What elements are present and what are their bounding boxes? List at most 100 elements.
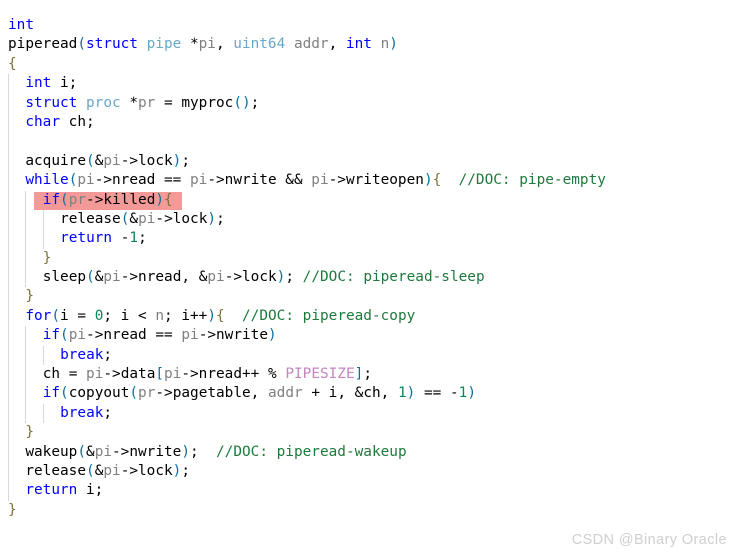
code-token: n	[380, 36, 390, 53]
code-line[interactable]: {	[4, 55, 739, 74]
code-token: (	[60, 327, 69, 344]
code-line[interactable]: for(i = 0; i < n; i++){ //DOC: piperead-…	[4, 306, 739, 327]
code-token: )	[423, 172, 433, 189]
code-text: }	[4, 502, 17, 518]
code-line[interactable]: char ch;	[4, 112, 739, 133]
code-token: struct	[25, 94, 78, 111]
code-text: return -1;	[4, 230, 147, 246]
code-token: pi	[77, 172, 95, 189]
code-token: ->nwrite &&	[207, 172, 312, 189]
code-editor[interactable]: int piperead(struct pipe *pi, uint64 addr…	[0, 0, 739, 556]
code-line[interactable]	[4, 132, 739, 152]
code-token: pi	[190, 172, 208, 189]
code-text: }	[4, 288, 34, 304]
code-token: //DOC: piperead-sleep	[302, 269, 485, 286]
code-line[interactable]: while(pi->nread == pi->nwrite && pi->wri…	[4, 171, 739, 191]
code-text: release(&pi->lock);	[4, 211, 225, 227]
code-token: {	[8, 55, 17, 72]
code-line[interactable]: ch = pi->data[pi->nread++ % PIPESIZE];	[4, 365, 739, 385]
code-token: PIPESIZE	[285, 366, 355, 383]
code-token: ->nread++ %	[181, 366, 286, 383]
code-token: ; i++	[164, 307, 208, 324]
code-token: )	[181, 443, 190, 460]
code-token: ,	[328, 36, 346, 53]
code-line[interactable]: return -1;	[4, 229, 739, 249]
code-line[interactable]: struct proc *pr = myproc();	[4, 93, 739, 113]
code-token: }	[25, 424, 35, 441]
code-line[interactable]: sleep(&pi->nread, &pi->lock); //DOC: pip…	[4, 268, 739, 288]
code-token: (	[86, 462, 95, 479]
code-token: struct	[85, 36, 138, 53]
code-token: pi	[86, 366, 104, 383]
code-line[interactable]: release(&pi->lock);	[4, 209, 739, 230]
code-token: return	[60, 230, 113, 247]
code-text: acquire(&pi->lock);	[4, 153, 190, 169]
code-token: {	[164, 191, 173, 208]
code-line[interactable]: break;	[4, 345, 739, 366]
code-token: ;	[285, 269, 303, 286]
code-line[interactable]: if(copyout(pr->pagetable, addr + i, &ch,…	[4, 384, 739, 404]
code-token: i =	[60, 307, 95, 324]
code-token: ->writeopen	[328, 172, 424, 189]
code-token: ->nread ==	[94, 172, 190, 189]
code-text: struct proc *pr = myproc();	[4, 95, 259, 111]
code-token: )	[268, 327, 277, 344]
code-token: pi	[311, 172, 329, 189]
code-line[interactable]: }	[4, 248, 739, 269]
code-token: -	[112, 230, 130, 247]
code-line[interactable]: }	[4, 423, 739, 443]
code-line[interactable]: wakeup(&pi->nwrite); //DOC: piperead-wak…	[4, 442, 739, 462]
code-line[interactable]: return i;	[4, 481, 739, 501]
code-token: for	[25, 307, 52, 324]
code-token: uint64	[233, 36, 286, 53]
code-token: == -	[415, 385, 459, 402]
code-token: ()	[233, 94, 251, 111]
code-text: }	[4, 249, 52, 266]
code-token: }	[42, 249, 52, 266]
code-token: break	[60, 404, 104, 421]
code-line[interactable]: if(pi->nread == pi->nwrite)	[4, 326, 739, 346]
code-token: 1	[397, 385, 407, 402]
code-token: acquire	[25, 152, 87, 169]
code-line[interactable]: piperead(struct pipe *pi, uint64 addr, i…	[4, 35, 739, 54]
code-line[interactable]: acquire(&pi->lock);	[4, 151, 739, 172]
code-token: ->lock	[120, 152, 173, 169]
code-token: ;	[103, 404, 113, 421]
code-line[interactable]: }	[4, 287, 739, 307]
code-token: int	[345, 36, 372, 53]
code-line[interactable]: release(&pi->lock);	[4, 461, 739, 482]
code-token: //DOC: piperead-copy	[242, 307, 416, 324]
code-token: ;	[216, 210, 225, 227]
code-text: break;	[4, 405, 112, 421]
code-token: pi	[198, 36, 216, 53]
code-text: release(&pi->lock);	[4, 463, 190, 479]
code-token: ->lock	[155, 210, 208, 227]
code-line[interactable]: if(pr->killed){	[4, 190, 739, 210]
code-line[interactable]: int i;	[4, 74, 739, 94]
code-token: pr	[138, 94, 156, 111]
code-token: (	[77, 36, 86, 53]
code-line[interactable]: }	[4, 501, 739, 520]
code-token: ->nwrite	[198, 327, 268, 344]
code-token: &	[86, 443, 95, 460]
code-token: ->nread ==	[86, 327, 182, 344]
code-token: char	[25, 113, 61, 130]
code-text: ch = pi->data[pi->nread++ % PIPESIZE];	[4, 366, 372, 382]
code-token: ->nwrite	[112, 443, 182, 460]
code-text: while(pi->nread == pi->nwrite && pi->wri…	[4, 172, 606, 188]
code-token: {	[432, 172, 442, 189]
code-token: ->nread, &	[120, 269, 208, 286]
code-text: char ch;	[4, 113, 94, 130]
code-text: wakeup(&pi->nwrite); //DOC: piperead-wak…	[4, 443, 406, 460]
code-text: }	[4, 424, 34, 440]
code-token: while	[25, 172, 69, 189]
code-token: ->pagetable,	[155, 385, 269, 402]
code-line[interactable]: break;	[4, 403, 739, 424]
code-token: ->data	[103, 366, 156, 383]
code-line[interactable]: int	[4, 16, 739, 35]
code-token: addr	[293, 36, 329, 53]
code-token: ]	[354, 366, 364, 383]
